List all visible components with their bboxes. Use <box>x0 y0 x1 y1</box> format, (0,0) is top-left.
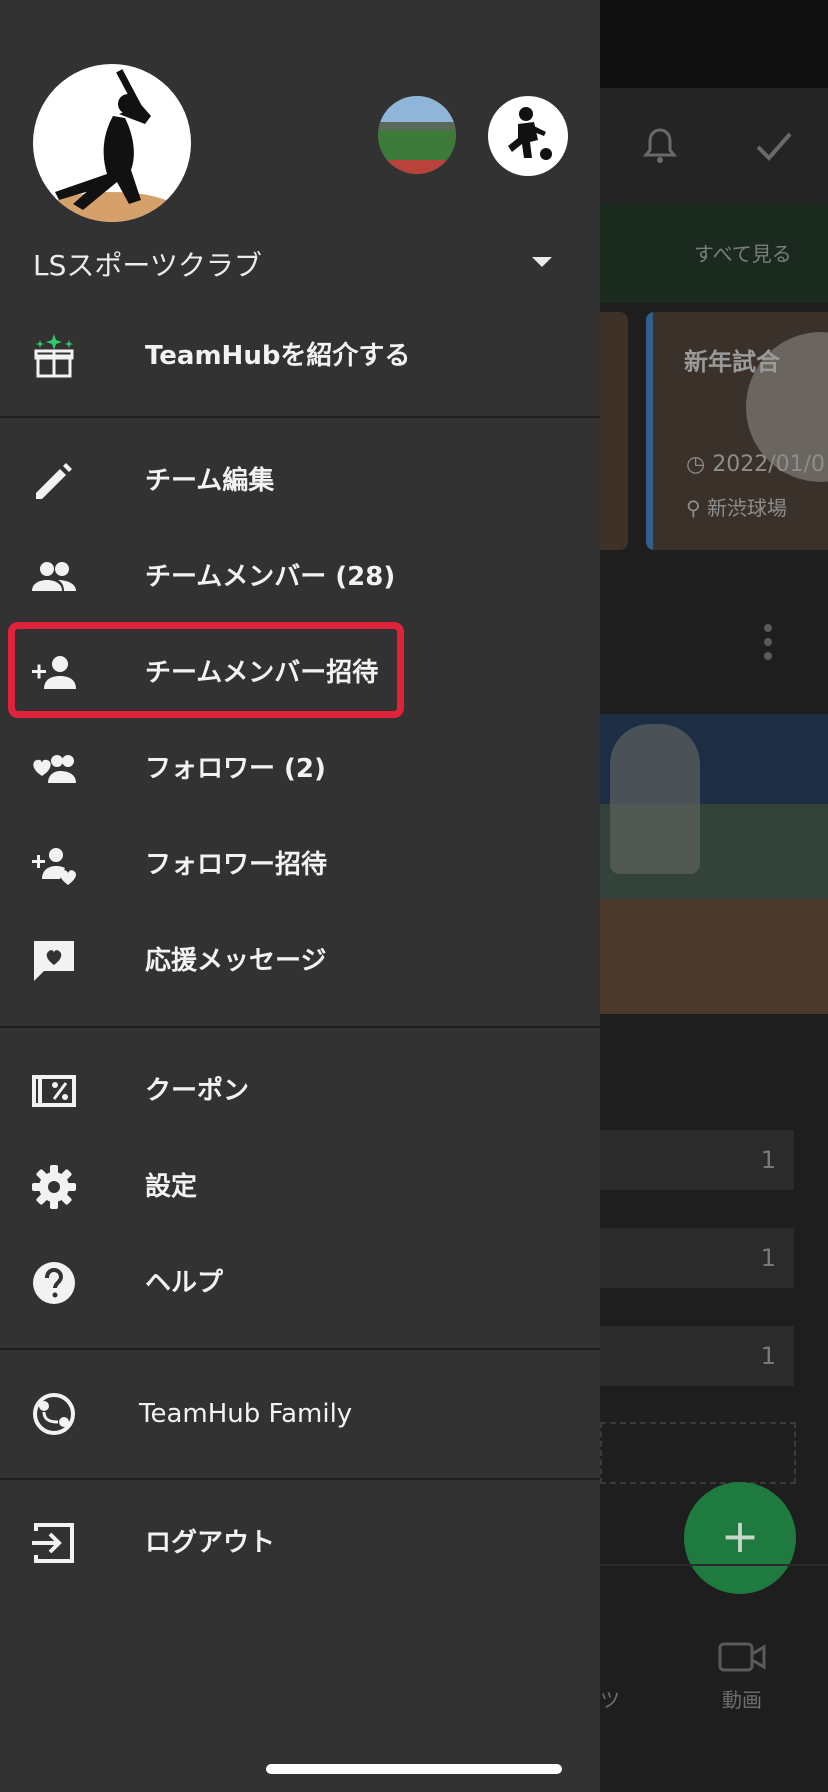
stadium-photo <box>378 96 456 174</box>
team-name[interactable]: LSスポーツクラブ <box>33 244 262 284</box>
heart-message-icon <box>34 941 74 981</box>
count-row: 1 <box>600 1228 794 1288</box>
gear-icon <box>32 1165 76 1209</box>
highlight-box <box>8 622 404 718</box>
menu-item-invite-followers[interactable]: フォロワー招待 <box>0 825 600 905</box>
help-icon <box>33 1262 75 1304</box>
soccer-player-icon <box>508 107 552 160</box>
menu-item-team-edit[interactable]: チーム編集 <box>0 441 600 521</box>
nav-label-partial: ツ <box>600 1688 620 1712</box>
menu-label: フォロワー招待 <box>145 850 328 880</box>
menu-label: 設定 <box>145 1172 198 1202</box>
dashed-placeholder <box>600 1422 796 1484</box>
menu-item-introduce-teamhub[interactable]: TeamHubを紹介する <box>0 316 600 396</box>
baseball-batter-icon <box>42 69 182 222</box>
count-row: 1 <box>600 1326 794 1386</box>
event-card: 新年試合 ◷ 2022/01/0 ⚲ 新渋球場 <box>646 312 828 550</box>
divider <box>0 416 600 418</box>
nav-label-video: 動画 <box>722 1688 762 1712</box>
family-icon <box>33 1393 75 1435</box>
menu-label: ログアウト <box>145 1528 276 1558</box>
menu-label: チーム編集 <box>145 466 275 496</box>
menu-item-logout[interactable]: ログアウト <box>0 1503 600 1583</box>
menu-label: 応援メッセージ <box>145 946 327 976</box>
pencil-icon <box>36 463 72 499</box>
team-switch-avatar-soccer[interactable] <box>488 96 568 176</box>
pin-icon: ⚲ <box>686 496 701 520</box>
feed-photo <box>600 714 828 1014</box>
menu-label: TeamHub Family <box>139 1399 353 1429</box>
divider <box>0 1026 600 1028</box>
logout-icon <box>32 1523 74 1563</box>
divider <box>0 1478 600 1480</box>
chevron-down-icon[interactable] <box>530 254 554 270</box>
event-card-stripe <box>646 312 653 550</box>
see-all-link: すべて見る <box>694 242 792 266</box>
event-place: ⚲ 新渋球場 <box>686 492 787 521</box>
menu-label: クーポン <box>145 1076 250 1106</box>
team-switch-avatar-stadium[interactable] <box>378 96 456 174</box>
menu-item-help[interactable]: ヘルプ <box>0 1243 600 1323</box>
event-date: ◷ 2022/01/0 <box>686 452 825 477</box>
menu-item-cheer-messages[interactable]: 応援メッセージ <box>0 921 600 1001</box>
menu-item-team-members[interactable]: チームメンバー (28) <box>0 537 600 617</box>
menu-item-settings[interactable]: 設定 <box>0 1147 600 1227</box>
count-row: 1 <box>600 1130 794 1190</box>
menu-label: ヘルプ <box>145 1268 224 1298</box>
bell-icon <box>642 128 678 163</box>
team-avatar[interactable] <box>33 64 191 222</box>
event-place-text: 新渋球場 <box>707 496 788 520</box>
person-add-heart-icon <box>32 848 76 885</box>
heart-people-icon <box>33 755 76 783</box>
divider <box>0 1348 600 1350</box>
navigation-drawer: LSスポーツクラブ TeamHubを紹介する チーム編集 チームメンバー (28… <box>0 0 600 1792</box>
menu-label: チームメンバー (28) <box>145 562 396 592</box>
coupon-icon <box>32 1075 76 1107</box>
clock-icon: ◷ <box>686 452 706 477</box>
more-vertical-icon <box>764 624 772 660</box>
event-date-text: 2022/01/0 <box>712 452 826 477</box>
menu-label: TeamHubを紹介する <box>145 341 411 371</box>
add-fab-button: + <box>684 1482 796 1594</box>
menu-item-followers[interactable]: フォロワー (2) <box>0 729 600 809</box>
home-indicator <box>266 1764 562 1774</box>
menu-label: フォロワー (2) <box>145 754 326 784</box>
menu-item-coupons[interactable]: クーポン <box>0 1051 600 1131</box>
event-title: 新年試合 <box>684 348 780 376</box>
people-icon <box>32 562 76 591</box>
gift-icon <box>34 334 74 378</box>
menu-item-teamhub-family[interactable]: TeamHub Family <box>0 1374 600 1454</box>
video-icon <box>718 1642 766 1672</box>
check-icon <box>756 132 792 161</box>
